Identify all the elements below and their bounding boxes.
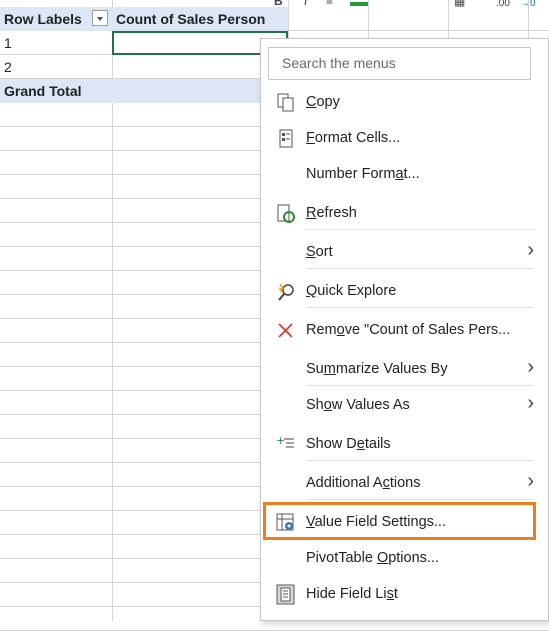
menu-item-label: Show Details (306, 436, 391, 452)
value-field-settings-highlight (263, 502, 536, 540)
svg-text:+: + (276, 434, 285, 447)
menu-item-label: Remove "Count of Sales Pers... (306, 322, 511, 338)
align-icon[interactable]: ≡ (326, 0, 333, 8)
chevron-right-icon: › (527, 239, 534, 261)
menu-item-label: Sort (306, 244, 333, 260)
mini-toolbar: B I ≡ ▦ .00 →0 (262, 0, 549, 10)
show-details-icon: + (275, 434, 297, 456)
search-menus-input[interactable]: Search the menus (268, 47, 531, 80)
menu-separator (306, 499, 534, 500)
menu-separator (306, 268, 534, 269)
grand-total-label[interactable]: Grand Total (0, 79, 112, 103)
menu-item-label: Number Format... (306, 166, 420, 182)
menu-item-label: Refresh (306, 205, 357, 221)
value-header-text: Count of Sales Person (116, 11, 266, 27)
increase-decimal-icon[interactable]: →0 (520, 0, 536, 9)
menu-item-additional-actions[interactable]: Additional Actions › (261, 469, 548, 499)
menu-separator (306, 229, 534, 230)
chevron-right-icon: › (527, 392, 534, 414)
bold-button[interactable]: B (274, 0, 283, 8)
menu-item-label: Additional Actions (306, 475, 421, 491)
format-cells-icon (275, 128, 297, 150)
row-labels-filter-dropdown[interactable] (92, 10, 108, 26)
menu-item-sort[interactable]: Sort › (261, 238, 548, 268)
quick-explore-icon (275, 281, 297, 303)
hide-field-list-icon (275, 584, 297, 606)
menu-item-label: Show Values As (306, 397, 410, 413)
pivot-row-label[interactable]: 2 (0, 55, 112, 79)
menu-item-format-cells[interactable]: Format Cells... (261, 124, 548, 154)
menu-item-quick-explore[interactable]: Quick Explore (261, 277, 548, 307)
remove-icon (275, 320, 297, 342)
decrease-decimal-icon[interactable]: .00 (496, 0, 510, 9)
chevron-right-icon: › (527, 470, 534, 492)
row-labels-header-text: Row Labels (4, 11, 82, 27)
menu-item-show-values-as[interactable]: Show Values As › (261, 391, 548, 421)
menu-item-copy[interactable]: Copy (261, 88, 548, 118)
menu-separator (306, 460, 534, 461)
context-menu: Search the menus Copy Format Cells... Numb… (260, 38, 549, 621)
grand-total-value[interactable] (112, 79, 262, 103)
menu-item-label: PivotTable Options... (306, 550, 439, 566)
menu-item-label: Copy (306, 94, 340, 110)
pivot-row-label[interactable]: 1 (0, 31, 112, 55)
menu-item-label: Quick Explore (306, 283, 397, 299)
menu-item-label: Summarize Values By (306, 361, 448, 377)
copy-icon (275, 92, 297, 114)
menu-item-refresh[interactable]: Refresh (261, 199, 548, 229)
menu-item-pivottable-options[interactable]: PivotTable Options... (261, 544, 548, 574)
italic-button[interactable]: I (304, 0, 307, 8)
menu-item-label: Hide Field List (306, 586, 398, 602)
menu-item-hide-field-list[interactable]: Hide Field List (261, 580, 548, 610)
value-header[interactable]: Count of Sales Person (112, 7, 288, 31)
menu-separator (306, 307, 534, 308)
refresh-icon (275, 203, 297, 225)
fill-color-icon[interactable] (350, 2, 368, 6)
menu-item-show-details[interactable]: + Show Details (261, 430, 548, 460)
menu-item-remove-count-of-sales-pers[interactable]: Remove "Count of Sales Pers... (261, 316, 548, 346)
borders-icon[interactable]: ▦ (454, 0, 465, 8)
menu-separator (306, 385, 534, 386)
menu-item-summarize-values-by[interactable]: Summarize Values By › (261, 355, 548, 385)
menu-item-label: Format Cells... (306, 130, 401, 146)
menu-item-number-format[interactable]: Number Format... (261, 160, 548, 190)
chevron-right-icon: › (527, 356, 534, 378)
